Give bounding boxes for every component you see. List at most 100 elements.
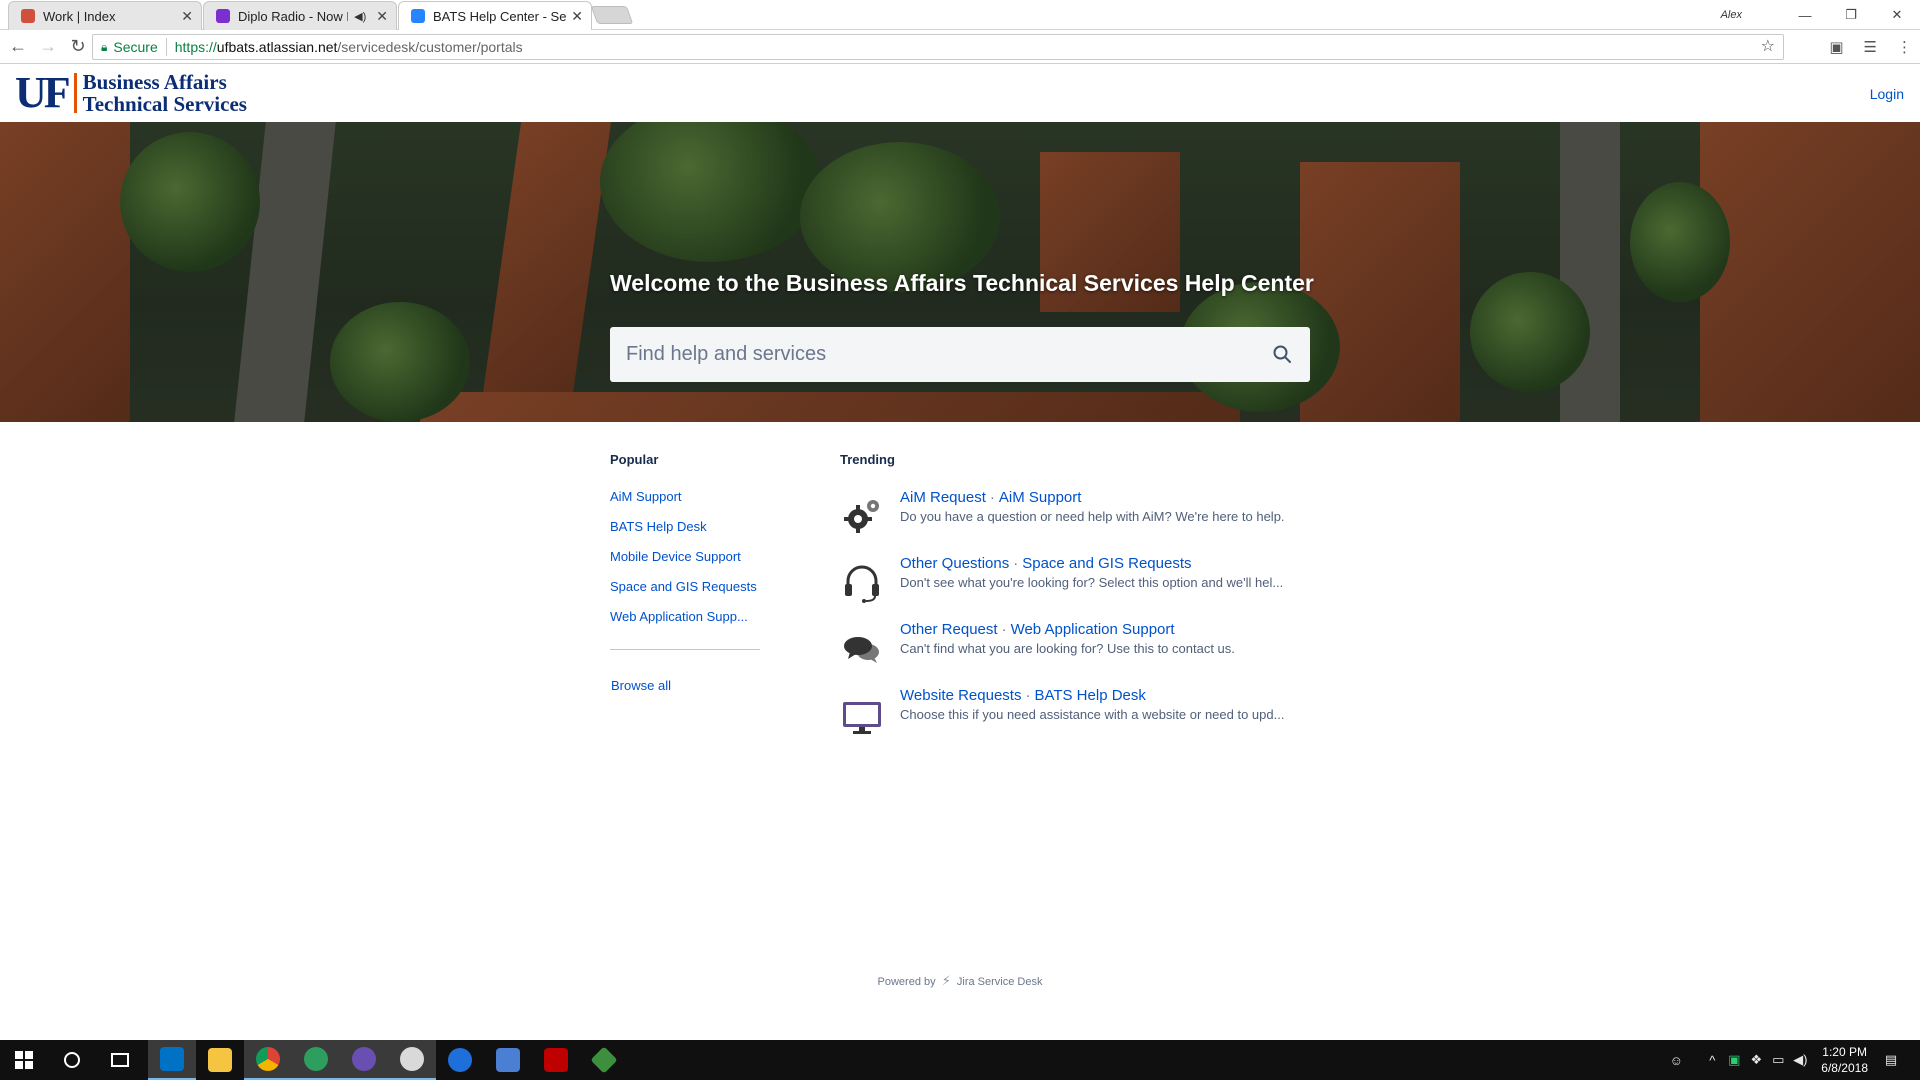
- trending-description: Do you have a question or need help with…: [900, 509, 1285, 524]
- popular-link-space-gis-requests[interactable]: Space and GIS Requests: [610, 579, 760, 609]
- chevron-up-icon[interactable]: ^: [1701, 1053, 1723, 1068]
- tab-title: BATS Help Center - Servic: [433, 8, 567, 24]
- powered-by-footer: Powered by ⚡︎ Jira Service Desk: [0, 973, 1920, 989]
- tab-favicon-icon: [21, 9, 35, 23]
- taskbar-app-blue-globe[interactable]: [436, 1040, 484, 1080]
- hero-banner: Welcome to the Business Affairs Technica…: [0, 122, 1920, 422]
- minimize-icon[interactable]: —: [1782, 8, 1828, 23]
- people-icon[interactable]: ☺︎: [1665, 1053, 1687, 1068]
- gears-icon: [844, 500, 879, 533]
- secure-label[interactable]: Secure: [113, 39, 157, 55]
- trending-description: Don't see what you're looking for? Selec…: [900, 575, 1284, 590]
- popular-link-web-application-support[interactable]: Web Application Supp...: [610, 609, 760, 639]
- browser-toolbar: ← → ↻ 🔒︎ Secure https:// ufbats.atlassia…: [0, 30, 1920, 64]
- cortana-button[interactable]: [48, 1040, 96, 1080]
- tab-title: Work | Index: [43, 8, 116, 24]
- browse-all-link[interactable]: Browse all: [611, 678, 760, 693]
- browser-tab-strip: Work | Index ✕ Diplo Radio - Now Pla ◀) …: [0, 0, 1920, 30]
- trending-portal-name[interactable]: BATS Help Desk: [1034, 687, 1145, 704]
- browser-tab-diplo-radio[interactable]: Diplo Radio - Now Pla ◀) ✕: [203, 1, 397, 30]
- lock-icon[interactable]: 🔒︎: [101, 40, 107, 55]
- network-icon: [496, 1048, 520, 1072]
- login-link[interactable]: Login: [1870, 86, 1904, 102]
- browser-tab-work-index[interactable]: Work | Index ✕: [8, 1, 202, 30]
- forward-arrow-icon[interactable]: →: [36, 36, 60, 57]
- separator-dot: ·: [1001, 621, 1007, 638]
- trending-portal-name[interactable]: Web Application Support: [1011, 621, 1175, 638]
- taskbar-app-network[interactable]: [484, 1040, 532, 1080]
- search-input[interactable]: [610, 327, 1250, 382]
- powered-by-product[interactable]: Jira Service Desk: [957, 976, 1043, 988]
- reload-icon[interactable]: ↻: [66, 36, 90, 57]
- trending-request-name[interactable]: Other Request: [900, 621, 998, 638]
- trending-portal-name[interactable]: AiM Support: [999, 489, 1082, 506]
- trending-request-name[interactable]: AiM Request: [900, 489, 986, 506]
- dropbox-icon[interactable]: ❖: [1745, 1052, 1767, 1068]
- taskbar-app-filezilla[interactable]: [532, 1040, 580, 1080]
- extension-icons: ▣ ☰ ⋮: [1829, 38, 1912, 56]
- site-header: UF Business Affairs Technical Services L…: [0, 65, 1920, 122]
- new-tab-button[interactable]: [590, 6, 634, 24]
- paint-icon: [400, 1047, 424, 1071]
- bookmark-star-icon[interactable]: ☆: [1761, 36, 1775, 56]
- network-status-icon[interactable]: ▭: [1767, 1052, 1789, 1068]
- task-view-button[interactable]: [96, 1040, 144, 1080]
- hero-title: Welcome to the Business Affairs Technica…: [610, 270, 1314, 296]
- taskbar-app-green[interactable]: [292, 1040, 340, 1080]
- restore-icon[interactable]: ❐: [1828, 7, 1874, 23]
- menu-kebab-icon[interactable]: ⋮: [1897, 38, 1912, 56]
- taskbar-app-paint[interactable]: [388, 1040, 436, 1080]
- extension-icon[interactable]: ▣: [1829, 38, 1843, 56]
- trending-request-name[interactable]: Website Requests: [900, 687, 1021, 704]
- separator-dot: ·: [1013, 555, 1019, 572]
- trending-item[interactable]: Website Requests · BATS Help Desk Choose t…: [840, 685, 1320, 751]
- globe-icon: [448, 1048, 472, 1072]
- close-tab-icon[interactable]: ✕: [571, 8, 583, 25]
- trending-item[interactable]: Other Request · Web Application Support Ca…: [840, 619, 1320, 685]
- extension-icon[interactable]: ☰: [1864, 38, 1877, 56]
- address-bar[interactable]: 🔒︎ Secure https:// ufbats.atlassian.net …: [92, 34, 1784, 60]
- tray-app-icon[interactable]: ▣: [1723, 1052, 1745, 1068]
- uf-bats-logo[interactable]: UF Business Affairs Technical Services: [15, 70, 247, 116]
- action-center-icon[interactable]: ▤: [1880, 1052, 1902, 1068]
- popular-link-bats-help-desk[interactable]: BATS Help Desk: [610, 519, 760, 549]
- trending-item[interactable]: Other Questions · Space and GIS Requests D…: [840, 553, 1320, 619]
- taskbar-app-purple[interactable]: [340, 1040, 388, 1080]
- popular-link-mobile-device-support[interactable]: Mobile Device Support: [610, 549, 760, 579]
- taskbar-app-git[interactable]: [580, 1040, 628, 1080]
- trending-portal-name[interactable]: Space and GIS Requests: [1022, 555, 1191, 572]
- popular-link-aim-support[interactable]: AiM Support: [610, 489, 760, 519]
- chrome-icon: [256, 1047, 280, 1071]
- search-box[interactable]: [610, 327, 1310, 382]
- taskbar-clock[interactable]: 1:20 PM 6/8/2018: [1821, 1044, 1868, 1076]
- logo-line-1: Business Affairs: [82, 70, 227, 94]
- cortana-circle-icon: [64, 1052, 80, 1068]
- back-arrow-icon[interactable]: ←: [6, 36, 30, 57]
- tab-favicon-icon: [216, 9, 230, 23]
- url-host: ufbats.atlassian.net: [216, 39, 338, 55]
- taskbar-app-file-explorer[interactable]: [196, 1040, 244, 1080]
- monitor-icon: [843, 702, 881, 734]
- browser-tab-bats-help-center[interactable]: BATS Help Center - Servic ✕: [398, 1, 592, 30]
- chat-bubbles-icon: [844, 637, 879, 663]
- url-scheme: https://: [174, 39, 217, 55]
- search-icon[interactable]: [1272, 344, 1292, 364]
- start-button[interactable]: [0, 1040, 48, 1080]
- browser-profile-name[interactable]: Alex: [1721, 9, 1742, 21]
- trending-request-name[interactable]: Other Questions: [900, 555, 1009, 572]
- logo-divider: [73, 73, 77, 113]
- speaker-icon[interactable]: ◀): [354, 10, 366, 23]
- windows-taskbar: ☺︎ ^ ▣ ❖ ▭ ◀) 1:20 PM 6/8/2018 ▤: [0, 1040, 1920, 1080]
- popular-divider: [610, 649, 760, 650]
- tab-favicon-icon: [411, 9, 425, 23]
- taskbar-app-outlook[interactable]: [148, 1040, 196, 1080]
- taskbar-app-chrome[interactable]: [244, 1040, 292, 1080]
- volume-icon[interactable]: ◀): [1789, 1052, 1811, 1068]
- git-icon: [590, 1046, 618, 1074]
- close-tab-icon[interactable]: ✕: [376, 8, 388, 25]
- windows-logo-icon: [15, 1051, 33, 1069]
- trending-heading: Trending: [840, 452, 895, 467]
- trending-item[interactable]: AiM Request · AiM Support Do you have a qu…: [840, 487, 1320, 553]
- close-tab-icon[interactable]: ✕: [181, 8, 193, 25]
- close-window-icon[interactable]: ✕: [1874, 7, 1920, 23]
